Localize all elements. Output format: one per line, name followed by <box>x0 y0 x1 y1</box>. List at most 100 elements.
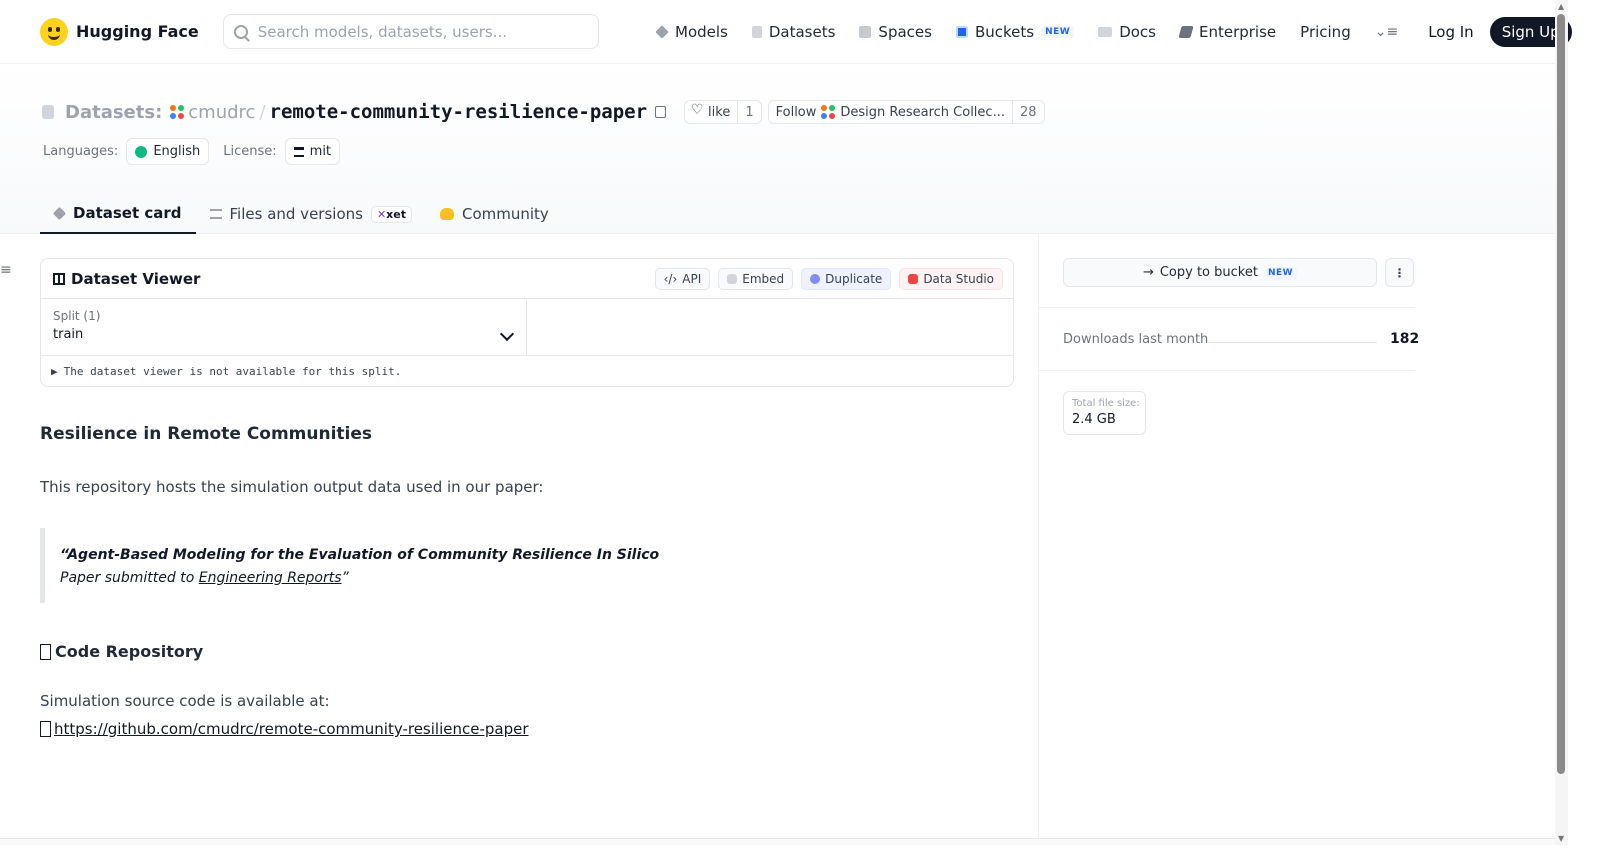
divider <box>1039 307 1415 308</box>
horizontal-scrollbar[interactable] <box>0 838 1555 845</box>
files-icon <box>209 209 222 219</box>
repo-header: Datasets: cmudrc / remote-community-resi… <box>0 64 1555 234</box>
nav-spaces[interactable]: Spaces <box>859 23 932 41</box>
duplicate-icon <box>810 274 821 284</box>
file-size-label: Total file size: <box>1072 398 1140 409</box>
nav-docs[interactable]: Docs <box>1098 23 1156 41</box>
card-title: Resilience in Remote Communities <box>40 424 373 444</box>
divider <box>1039 370 1415 371</box>
language-tag[interactable]: English <box>126 138 210 165</box>
repo-name[interactable]: remote-community-resilience-paper <box>270 101 648 123</box>
split-value: train <box>53 327 84 342</box>
embed-icon <box>727 274 738 284</box>
nav-spaces-label: Spaces <box>878 23 932 41</box>
nav-buckets[interactable]: Buckets NEW <box>955 23 1075 41</box>
like-button[interactable]: like 1 <box>684 100 762 124</box>
xet-badge: ✕xet <box>370 205 412 223</box>
data-studio-icon <box>908 274 919 284</box>
org-link[interactable]: cmudrc <box>188 102 255 123</box>
card-intro: This repository hosts the simulation out… <box>40 478 544 496</box>
split-select[interactable]: Split (1) train <box>41 299 527 355</box>
viewer-title: Dataset Viewer <box>71 269 201 288</box>
language-value: English <box>153 144 201 159</box>
meta-row: Languages: English License: mit <box>43 138 354 165</box>
login-link[interactable]: Log In <box>1428 23 1474 41</box>
paper-quote: “Agent-Based Modeling for the Evaluation… <box>40 528 1014 603</box>
bucket-icon <box>955 26 968 38</box>
languages-label: Languages: <box>43 144 119 159</box>
new-badge: NEW <box>1041 26 1075 38</box>
tab-community[interactable]: Community <box>426 194 563 234</box>
like-count: 1 <box>737 101 760 123</box>
quote-title: “Agent-Based Modeling for the Evaluation… <box>60 547 660 563</box>
tab-dataset-card[interactable]: Dataset card <box>40 194 196 234</box>
database-icon <box>42 105 54 119</box>
tab-dataset-card-label: Dataset card <box>73 204 182 222</box>
search-icon <box>233 24 248 39</box>
copy-to-bucket-button[interactable]: → Copy to bucket NEW <box>1063 258 1377 287</box>
hugging-face-logo-icon <box>40 17 68 46</box>
disclosure-triangle-icon: ▶ <box>51 364 58 378</box>
cube-icon <box>655 25 669 39</box>
follow-org-name: Design Research Collec... <box>840 104 1005 120</box>
tab-files-and-versions[interactable]: Files and versions ✕xet <box>196 194 426 234</box>
path-separator: / <box>259 101 266 123</box>
code-icon: ‹/› <box>663 272 678 286</box>
repo-tabs: Dataset card Files and versions ✕xet Com… <box>40 194 563 234</box>
bank-icon <box>293 146 304 157</box>
nav-docs-label: Docs <box>1119 23 1156 41</box>
nav-pricing[interactable]: Pricing <box>1300 23 1351 41</box>
repo-title-row: Datasets: cmudrc / remote-community-resi… <box>42 100 1051 124</box>
embed-button[interactable]: Embed <box>718 268 794 290</box>
book-icon <box>1098 27 1113 37</box>
globe-icon <box>135 145 148 158</box>
nav-enterprise[interactable]: Enterprise <box>1178 23 1277 41</box>
github-link[interactable]: https://github.com/cmudrc/remote-communi… <box>54 720 529 738</box>
dataset-viewer: Dataset Viewer ‹/› API Embed Duplicate Da… <box>40 258 1014 387</box>
table-icon <box>53 272 65 285</box>
scroll-down-icon[interactable]: ▼ <box>1558 834 1564 843</box>
copy-icon[interactable] <box>655 106 667 118</box>
viewer-not-available[interactable]: ▶ The dataset viewer is not available fo… <box>41 355 1013 386</box>
more-menu-icon[interactable]: ⌄≡ <box>1375 24 1398 40</box>
more-options-icon[interactable]: ⋮ <box>1385 258 1414 287</box>
downloads-value: 182 <box>1390 331 1420 347</box>
cube-icon <box>52 206 67 220</box>
database-icon <box>751 26 762 38</box>
nav-links: Models Datasets Spaces Buckets NEW Docs … <box>655 0 1572 64</box>
downloads-label: Downloads last month <box>1063 332 1209 347</box>
search-input[interactable]: Search models, datasets, users... <box>222 14 599 49</box>
quote-sub-prefix: Paper submitted to <box>60 570 199 586</box>
quote-sub-suffix: ” <box>341 570 349 586</box>
follower-count: 28 <box>1011 101 1044 123</box>
nav-models[interactable]: Models <box>655 23 728 41</box>
nav-pricing-label: Pricing <box>1300 23 1351 41</box>
arrow-right-icon: → <box>1142 265 1154 280</box>
toc-toggle-icon[interactable]: ≡ <box>0 262 12 278</box>
like-label: like <box>708 104 731 120</box>
duplicate-button[interactable]: Duplicate <box>801 268 892 290</box>
data-studio-button[interactable]: Data Studio <box>899 268 1003 290</box>
nav-datasets-label: Datasets <box>768 23 836 41</box>
brand-name: Hugging Face <box>76 22 199 41</box>
engineering-reports-link[interactable]: Engineering Reports <box>199 570 342 586</box>
datasets-prefix[interactable]: Datasets: <box>65 102 162 123</box>
community-icon <box>440 208 454 220</box>
new-badge: NEW <box>1263 266 1298 279</box>
follow-button[interactable]: Follow Design Research Collec... 28 <box>767 100 1045 124</box>
scroll-thumb[interactable] <box>1557 14 1565 774</box>
vertical-scrollbar[interactable]: ▲ ▼ <box>1555 0 1568 845</box>
scroll-up-icon[interactable]: ▲ <box>1558 2 1564 11</box>
right-sidebar: → Copy to bucket NEW ⋮ Downloads last mo… <box>1038 234 1555 840</box>
license-value: mit <box>309 144 332 159</box>
code-link-row: https://github.com/cmudrc/remote-communi… <box>40 720 529 738</box>
nav-enterprise-label: Enterprise <box>1198 23 1277 41</box>
license-tag[interactable]: mit <box>284 138 341 165</box>
brand-link[interactable]: Hugging Face <box>40 17 199 46</box>
api-button[interactable]: ‹/› API <box>654 268 711 290</box>
grid-icon <box>859 26 872 38</box>
viewer-buttons: ‹/› API Embed Duplicate Data Studio <box>654 268 1003 290</box>
nav-datasets[interactable]: Datasets <box>751 23 836 41</box>
code-heading: Code Repository <box>40 642 203 661</box>
viewer-header: Dataset Viewer ‹/› API Embed Duplicate Da… <box>41 259 1013 299</box>
